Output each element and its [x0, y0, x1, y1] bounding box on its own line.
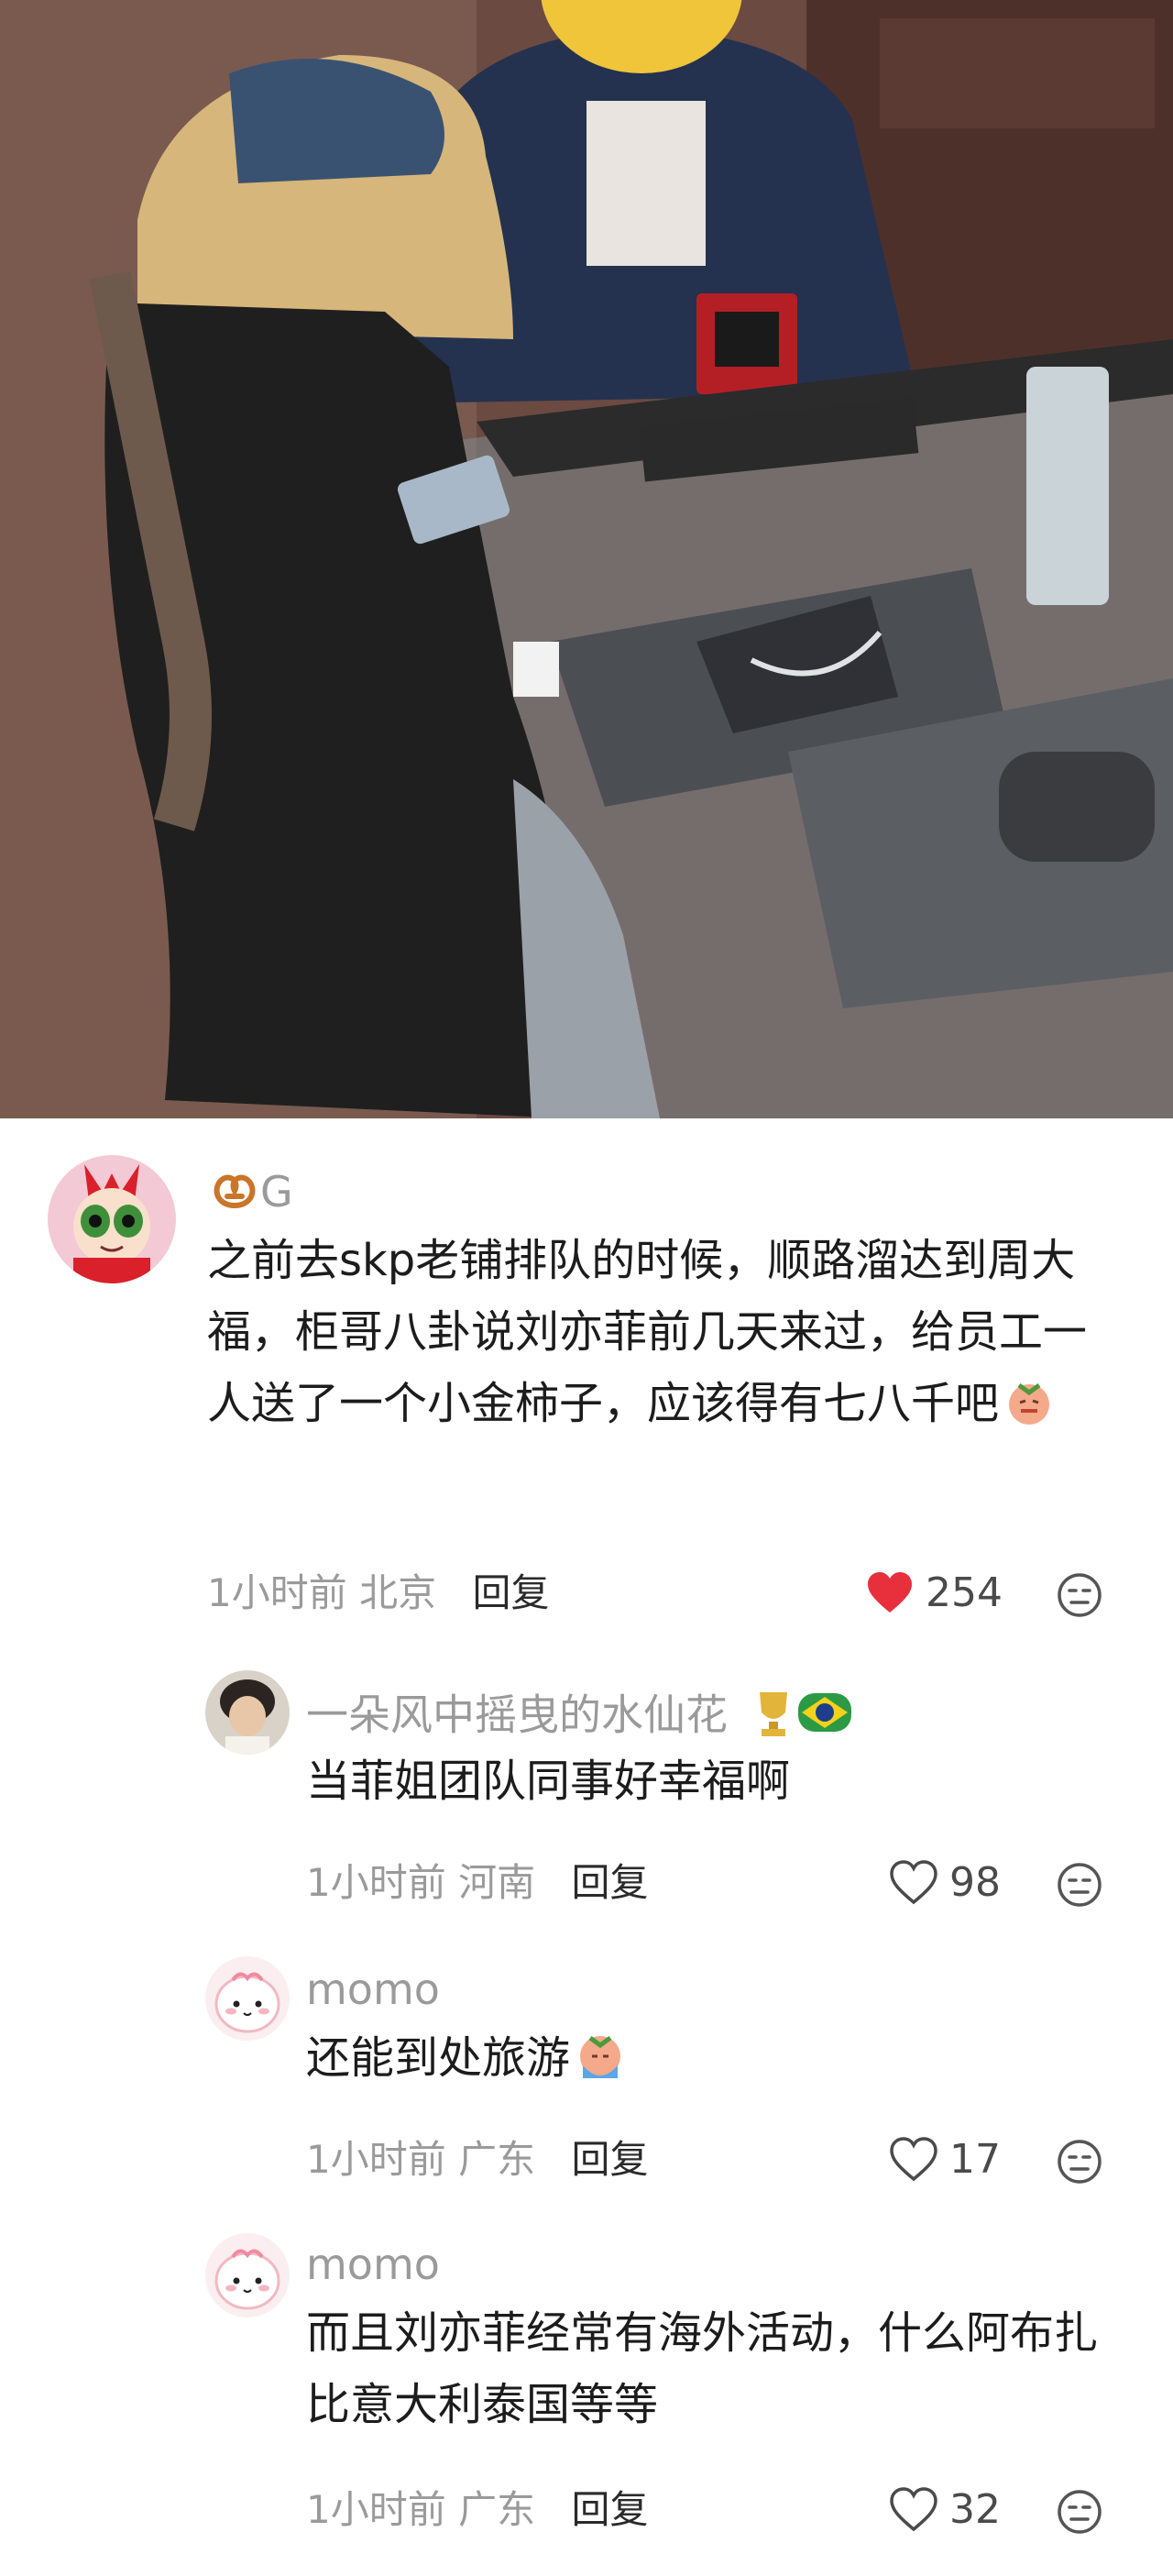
post-photo[interactable] — [0, 0, 1173, 1118]
jewelry-store-photo — [0, 0, 1173, 1118]
comment-username[interactable]: momo — [306, 2239, 440, 2290]
heart-icon — [890, 2137, 937, 2182]
comment-meta: 1小时前 河南 回复 — [306, 1857, 648, 1909]
avatar[interactable] — [205, 2233, 290, 2317]
comment-item: G 之前去skp老铺排队的时候，顺路溜达到周大福，柜哥八卦说刘亦菲前几天来过，给… — [0, 1118, 1173, 1650]
avatar[interactable] — [205, 1670, 290, 1755]
comment-username[interactable]: 一朵风中摇曳的水仙花 — [306, 1687, 853, 1749]
comment-location: 广东 — [458, 2137, 536, 2182]
reply-item: 一朵风中摇曳的水仙花 当菲姐团队同事好幸福啊 1小时前 河南 回复 98 — [0, 1650, 1173, 1925]
heart-icon — [868, 1572, 912, 1613]
like-button[interactable]: 17 — [889, 2134, 1001, 2185]
cartoon-avatar-icon — [48, 1155, 176, 1283]
pretzel-icon — [209, 1169, 260, 1222]
comment-location: 北京 — [359, 1570, 437, 1615]
dislike-button[interactable] — [1056, 2488, 1103, 2536]
dislike-button[interactable] — [1056, 1571, 1103, 1619]
username-text: G — [260, 1167, 293, 1216]
cartoon-avatar-icon — [205, 1956, 290, 2041]
comment-time: 1小时前 — [306, 2137, 446, 2182]
comment-text: 还能到处旅游 — [306, 2022, 1131, 2094]
comment-content: 还能到处旅游 — [306, 2032, 571, 2084]
reply-button[interactable]: 回复 — [571, 1860, 648, 1905]
heart-icon — [890, 2487, 937, 2532]
dislike-face-icon — [1058, 1863, 1102, 1907]
reply-item: momo 还能到处旅游 1小时前 广东 回复 17 — [0, 1934, 1173, 2209]
dislike-face-icon — [1058, 2140, 1102, 2184]
heart-icon — [890, 1860, 937, 1905]
like-count: 98 — [949, 1859, 1001, 1906]
username-text: momo — [306, 2240, 440, 2289]
dislike-button[interactable] — [1056, 1861, 1103, 1909]
emoji-icon — [1003, 1374, 1056, 1427]
dislike-button[interactable] — [1056, 2138, 1103, 2185]
comment-text: 当菲姐团队同事好幸福啊 — [306, 1745, 1131, 1817]
reply-item: momo 而且刘亦菲经常有海外活动，什么阿布扎比意大利泰国等等 1小时前 广东 … — [0, 2211, 1173, 2576]
reply-button[interactable]: 回复 — [571, 2487, 648, 2532]
emoji-icon — [574, 2029, 627, 2082]
like-count: 254 — [926, 1569, 1003, 1616]
comment-meta: 1小时前 广东 回复 — [306, 2484, 648, 2536]
comment-text: 之前去skp老铺排队的时候，顺路溜达到周大福，柜哥八卦说刘亦菲前几天来过，给员工… — [207, 1225, 1124, 1439]
like-button[interactable]: 254 — [865, 1568, 1003, 1619]
comment-content: 当菲姐团队同事好幸福啊 — [306, 1756, 791, 1807]
comment-content: 之前去skp老铺排队的时候，顺路溜达到周大福，柜哥八卦说刘亦菲前几天来过，给员工… — [207, 1235, 1088, 1429]
reply-button[interactable]: 回复 — [472, 1570, 549, 1615]
avatar[interactable] — [48, 1155, 176, 1283]
comment-content: 而且刘亦菲经常有海外活动，什么阿布扎比意大利泰国等等 — [306, 2307, 1099, 2430]
comment-username[interactable]: momo — [306, 1964, 440, 2015]
trophy-icon — [751, 1687, 796, 1749]
comment-meta: 1小时前 北京 回复 — [207, 1568, 549, 1619]
like-button[interactable]: 32 — [889, 2484, 1001, 2536]
avatar[interactable] — [205, 1956, 290, 2041]
cartoon-avatar-icon — [205, 2233, 290, 2317]
dislike-face-icon — [1058, 1573, 1102, 1617]
comment-text: 而且刘亦菲经常有海外活动，什么阿布扎比意大利泰国等等 — [306, 2297, 1113, 2440]
comment-username[interactable]: G — [209, 1166, 293, 1222]
comment-location: 广东 — [458, 2487, 536, 2532]
username-text: momo — [306, 1965, 440, 2014]
username-text: 一朵风中摇曳的水仙花 — [306, 1690, 728, 1740]
comment-time: 1小时前 — [306, 2487, 446, 2532]
dislike-face-icon — [1058, 2490, 1102, 2534]
brazil-flag-icon — [796, 1690, 853, 1746]
comment-time: 1小时前 — [207, 1570, 347, 1615]
like-button[interactable]: 98 — [889, 1857, 1001, 1909]
comment-location: 河南 — [458, 1860, 536, 1905]
comment-time: 1小时前 — [306, 1860, 446, 1905]
comment-meta: 1小时前 广东 回复 — [306, 2134, 648, 2185]
like-count: 17 — [949, 2136, 1001, 2183]
reply-button[interactable]: 回复 — [571, 2137, 648, 2182]
like-count: 32 — [949, 2486, 1001, 2533]
photo-avatar-icon — [205, 1670, 290, 1755]
